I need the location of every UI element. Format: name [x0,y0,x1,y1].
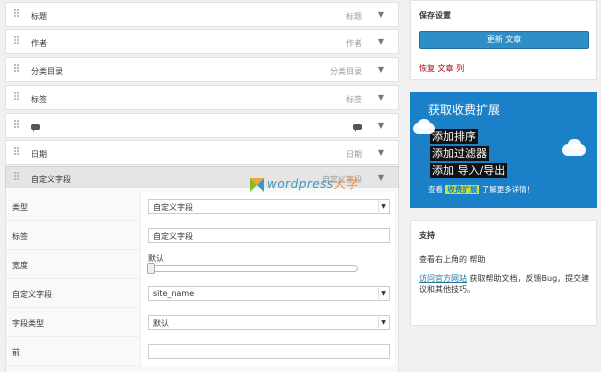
update-button[interactable]: 更新 文章 [419,31,589,49]
setting-field: 默认 [140,250,395,279]
save-settings-box: 保存设置 更新 文章 恢复 文章 列 [410,0,597,80]
setting-row-type: 类型 自定义字段 ▼ [6,192,400,221]
comment-icon [31,123,40,132]
watermark-cn: 大学 [333,177,359,191]
expand-arrow-icon[interactable]: ▼ [378,37,384,46]
promo-feature: 添加排序 [430,129,478,144]
expand-arrow-icon[interactable]: ▼ [378,148,384,157]
width-slider[interactable] [148,265,358,272]
setting-label: 类型 [12,203,28,212]
watermark-logo: wordpress大学 [250,175,359,193]
column-desc: 标签 [346,95,362,104]
expand-arrow-icon[interactable]: ▼ [378,10,384,19]
expand-arrow-icon[interactable]: ▼ [378,93,384,102]
support-description: 访问官方网站 获取帮助文档，反馈Bug，提交建议和其他技巧。 [419,273,591,295]
column-name: 分类目录 [31,67,63,76]
select-value: site_name [153,289,195,298]
setting-row-width: 宽度 默认 [6,250,400,279]
chevron-down-icon[interactable]: ▼ [378,201,388,212]
column-name: 标签 [31,95,47,104]
column-row-categories[interactable]: 分类目录 分类目录 ▼ [5,57,399,82]
column-desc: 作者 [346,39,362,48]
column-row-tags[interactable]: 标签 标签 ▼ [5,85,399,110]
setting-field: 自定义字段 [140,221,395,250]
setting-row-label: 标签 自定义字段 [6,221,400,250]
chevron-down-icon[interactable]: ▼ [378,288,388,299]
support-box: 支持 查看右上角的 帮助 访问官方网站 获取帮助文档，反馈Bug，提交建议和其他… [410,220,597,326]
support-help-text: 查看右上角的 帮助 [419,255,486,264]
setting-field [140,337,395,366]
expand-arrow-icon[interactable]: ▼ [378,65,384,74]
drag-handle-icon[interactable] [14,92,20,105]
setting-field: 默认 ▼ [140,308,395,337]
setting-label: 标签 [12,232,28,241]
official-site-link[interactable]: 访问官方网站 [419,274,467,283]
cloud-icon [418,119,430,129]
chevron-down-icon[interactable]: ▼ [378,317,388,328]
select-value: 自定义字段 [153,203,193,212]
drag-handle-icon[interactable] [14,120,20,133]
drag-handle-icon[interactable] [14,64,20,77]
setting-row-custom-field: 自定义字段 site_name ▼ [6,279,400,308]
setting-field: 自定义字段 ▼ [140,192,395,221]
setting-label: 字段类型 [12,319,44,328]
custom-field-select[interactable]: site_name ▼ [148,286,390,301]
column-settings: 类型 自定义字段 ▼ 标签 自定义字段 宽度 默认 自定义字段 site_name… [5,188,400,372]
collapse-arrow-icon[interactable]: ▼ [378,173,384,182]
promo-title: 获取收费扩展 [428,103,501,117]
label-input[interactable]: 自定义字段 [148,228,390,243]
watermark-text: wordpress [267,177,334,191]
premium-addons-banner[interactable]: 获取收费扩展 添加排序 添加过滤器 添加 导入/导出 查看 收费扩展 了解更多详… [410,92,597,208]
cta-suffix: 了解更多详情！ [481,185,535,194]
comment-icon [353,123,362,132]
wordpress-logo-icon [250,177,264,192]
drag-handle-icon[interactable] [14,9,20,22]
support-title: 支持 [419,231,435,240]
setting-row-field-type: 字段类型 默认 ▼ [6,308,400,337]
save-settings-title: 保存设置 [419,11,451,20]
column-row-title[interactable]: 标题 标题 ▼ [5,2,399,27]
promo-cta: 查看 收费扩展 了解更多详情！ [428,184,534,195]
setting-label: 前 [12,348,20,357]
column-name: 标题 [31,12,47,21]
column-desc: 分类目录 [330,67,362,76]
width-slider-handle[interactable] [147,263,155,274]
type-select[interactable]: 自定义字段 ▼ [148,199,390,214]
restore-columns-link[interactable]: 恢复 文章 列 [419,63,464,74]
setting-row-before: 前 [6,337,400,366]
setting-field: site_name ▼ [140,279,395,308]
column-row-date[interactable]: 日期 日期 ▼ [5,140,399,165]
cloud-icon [568,139,581,150]
column-name: 日期 [31,150,47,159]
cta-prefix: 查看 [428,185,443,194]
column-name: 作者 [31,39,47,48]
column-row-author[interactable]: 作者 作者 ▼ [5,29,399,54]
column-desc: 标题 [346,12,362,21]
columns-panel: 标题 标题 ▼ 作者 作者 ▼ 分类目录 分类目录 ▼ 标签 标签 ▼ ▼ 日期… [0,0,400,372]
column-row-comments[interactable]: ▼ [5,113,399,138]
drag-handle-icon[interactable] [14,36,20,49]
expand-arrow-icon[interactable]: ▼ [378,121,384,130]
setting-label: 宽度 [12,261,28,270]
drag-handle-icon[interactable] [14,147,20,160]
before-input[interactable] [148,344,390,359]
promo-feature: 添加 导入/导出 [430,163,508,178]
premium-addons-link[interactable]: 收费扩展 [445,185,480,194]
column-desc: 日期 [346,150,362,159]
select-value: 默认 [153,319,169,328]
field-type-select[interactable]: 默认 ▼ [148,315,390,330]
setting-label: 自定义字段 [12,290,52,299]
column-name: 自定义字段 [31,175,71,184]
promo-feature: 添加过滤器 [430,146,489,161]
drag-handle-icon[interactable] [14,172,20,185]
